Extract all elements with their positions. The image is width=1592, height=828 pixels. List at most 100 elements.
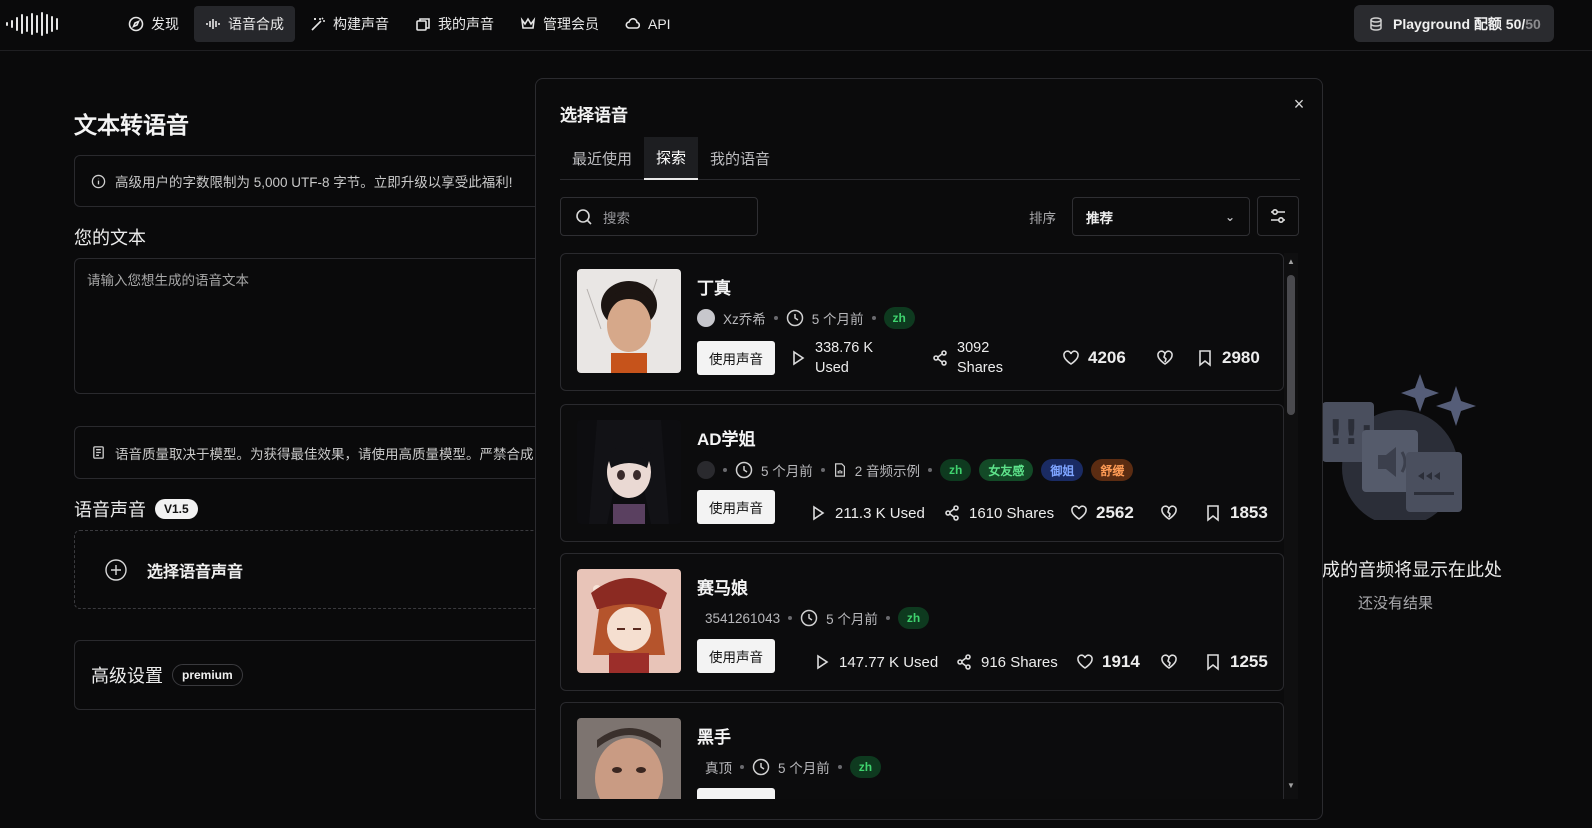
voice-meta: 3541261043 5 个月前 zh: [697, 606, 930, 630]
nav-build-voice[interactable]: 构建声音: [299, 6, 400, 42]
separator-dot: [820, 468, 825, 472]
voice-author[interactable]: 真顶: [705, 757, 732, 777]
separator-dot: [740, 765, 744, 769]
nav-discover[interactable]: 发现: [117, 6, 190, 42]
dislike-button[interactable]: [1160, 504, 1204, 522]
voice-time: 5 个月前: [826, 612, 878, 627]
voice-author[interactable]: 3541261043: [705, 611, 780, 626]
voice-section-label: 语音声音 V1.5: [74, 496, 198, 522]
voice-card[interactable]: 黑手 真顶 5 个月前 zh 使用声音: [560, 702, 1284, 799]
dislike-button[interactable]: [1160, 653, 1204, 671]
stat-used: 211.3 K Used: [809, 504, 943, 522]
dislike-button[interactable]: [1156, 349, 1196, 367]
tab-recent[interactable]: 最近使用: [560, 137, 644, 180]
premium-badge: premium: [172, 664, 243, 686]
no-result-text: 还没有结果: [1358, 595, 1434, 612]
select-voice-button[interactable]: 选择语音声音: [74, 530, 554, 609]
nav-membership[interactable]: 管理会员: [509, 6, 610, 42]
voice-picker-modal: 选择语音 × 最近使用 探索 我的语音 搜索 排序 推荐 ⌄ 丁真 Xz乔希 5…: [535, 78, 1323, 820]
separator-dot: [885, 616, 890, 620]
author-avatar: [697, 309, 715, 327]
scroll-up-icon[interactable]: ▲: [1286, 257, 1296, 266]
style-tag: 御姐: [1041, 459, 1084, 481]
like-button[interactable]: 1914: [1076, 652, 1160, 672]
nav-label: 构建声音: [333, 16, 389, 32]
heart-icon: [1077, 654, 1093, 669]
main-nav: 发现 语音合成 构建声音 我的声音 管理会员 API: [117, 6, 682, 42]
top-bar: 发现 语音合成 构建声音 我的声音 管理会员 API Playground 配额…: [0, 0, 1592, 51]
search-placeholder: 搜索: [603, 210, 630, 226]
cloud-icon: [625, 18, 641, 29]
copy-icon: [416, 18, 430, 31]
voice-stats: 211.3 K Used 1610 Shares 2562 1853: [809, 493, 1268, 533]
voice-author[interactable]: Xz乔希: [723, 308, 766, 328]
waveform-icon: [206, 19, 220, 29]
bookmark-button[interactable]: 2980: [1196, 348, 1260, 368]
separator-dot: [723, 468, 727, 472]
use-voice-button[interactable]: 使用声音: [697, 341, 775, 375]
text-input-placeholder: 请输入您想生成的语音文本: [87, 273, 249, 288]
sort-dropdown[interactable]: 推荐 ⌄: [1072, 197, 1250, 236]
samples-count: 2 音频示例: [854, 464, 921, 479]
voice-card[interactable]: 丁真 Xz乔希 5 个月前 zh 使用声音 338.76 K Used 3092 S…: [560, 253, 1284, 391]
magic-wand-icon: [311, 17, 325, 31]
scroll-down-icon[interactable]: ▼: [1286, 781, 1296, 790]
page-title: 文本转语音: [74, 112, 189, 138]
broken-heart-icon: [1161, 505, 1177, 520]
sort-label: 排序: [1029, 211, 1056, 226]
style-tag: 女友感: [979, 459, 1034, 481]
text-input[interactable]: 请输入您想生成的语音文本: [74, 258, 554, 394]
voice-meta: 5 个月前 2 音频示例 zh 女友感 御姐 舒缓: [697, 458, 1134, 482]
used-count: 147.77 K Used: [839, 653, 939, 671]
broken-heart-icon: [1161, 654, 1177, 669]
nav-label: 我的声音: [438, 16, 494, 32]
used-label: Used: [815, 360, 849, 376]
use-voice-button[interactable]: 使用声音: [697, 490, 775, 524]
like-button[interactable]: 4206: [1062, 348, 1156, 368]
voice-time: 5 个月前: [811, 312, 864, 327]
version-badge[interactable]: V1.5: [155, 499, 198, 519]
separator-dot: [871, 316, 876, 320]
nav-my-voices[interactable]: 我的声音: [404, 6, 505, 42]
tab-my-voices[interactable]: 我的语音: [698, 137, 782, 180]
separator-dot: [837, 765, 842, 769]
nav-tts[interactable]: 语音合成: [194, 6, 295, 42]
compass-icon: [128, 16, 144, 32]
voice-card[interactable]: AD学姐 5 个月前 2 音频示例 zh 女友感 御姐 舒缓 使用声音 211.…: [560, 404, 1284, 542]
list-scrollbar[interactable]: ▲ ▼: [1284, 253, 1298, 799]
like-button[interactable]: 2562: [1070, 503, 1160, 523]
bookmark-icon: [1207, 505, 1219, 522]
bookmark-button[interactable]: 1255: [1204, 652, 1268, 672]
scrollbar-thumb[interactable]: [1287, 275, 1295, 415]
voice-avatar: [577, 718, 681, 799]
shares-label: Shares: [957, 360, 1003, 376]
notice-text: 高级用户的字数限制为 5,000 UTF-8 字节。立即升级以享受此福利!: [115, 175, 513, 190]
voice-time: 5 个月前: [761, 464, 813, 479]
document-icon: [93, 446, 104, 459]
your-text-label: 您的文本: [74, 228, 146, 248]
voice-card[interactable]: 赛马娘 3541261043 5 个月前 zh 使用声音 147.77 K Us…: [560, 553, 1284, 691]
select-voice-label: 选择语音声音: [147, 563, 244, 581]
advanced-settings[interactable]: 高级设置 premium: [74, 640, 554, 710]
search-input[interactable]: 搜索: [560, 197, 758, 236]
sort-value: 推荐: [1086, 210, 1113, 226]
bookmark-button[interactable]: 1853: [1204, 503, 1268, 523]
likes-count: 2562: [1096, 503, 1134, 522]
quota-button[interactable]: Playground 配额 50/50: [1354, 5, 1554, 42]
bookmarks-count: 1853: [1230, 503, 1268, 522]
voice-avatar: [577, 420, 681, 524]
tab-explore[interactable]: 探索: [644, 137, 699, 180]
use-voice-button[interactable]: 使用声音: [697, 788, 775, 799]
bookmark-icon: [1199, 350, 1211, 367]
voice-meta: 真顶 5 个月前 zh: [697, 755, 882, 779]
nav-api[interactable]: API: [614, 6, 682, 42]
broken-heart-icon: [1157, 350, 1173, 365]
filter-button[interactable]: [1257, 196, 1299, 236]
stat-used: 147.77 K Used: [813, 653, 955, 671]
logo[interactable]: [6, 12, 72, 36]
language-tag: zh: [849, 756, 882, 778]
use-voice-button[interactable]: 使用声音: [697, 639, 775, 673]
quota-text: Playground 配额 50/: [1393, 15, 1526, 32]
close-icon[interactable]: ×: [1290, 95, 1308, 113]
modal-tabs: 最近使用 探索 我的语音: [560, 137, 1300, 180]
